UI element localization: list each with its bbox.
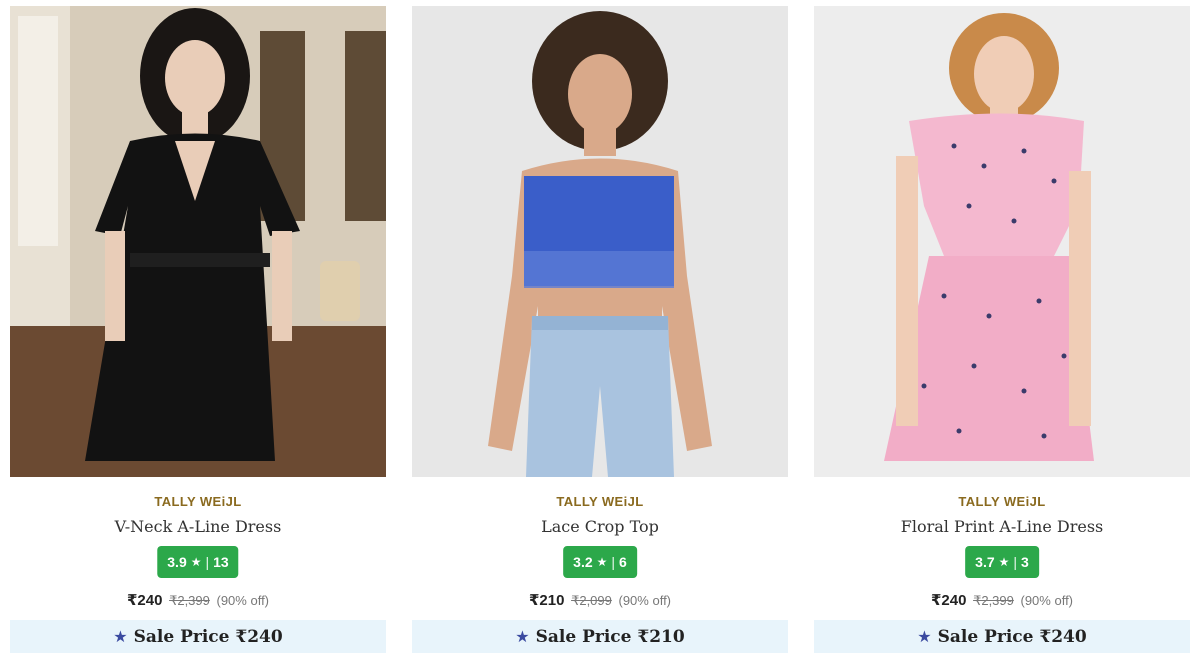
price-line: ₹240 ₹2,399 (90% off)	[10, 591, 386, 609]
product-card[interactable]: TALLY WEiJL Floral Print A-Line Dress 3.…	[814, 6, 1190, 653]
rating-value: 3.2	[573, 554, 593, 570]
product-title[interactable]: V-Neck A-Line Dress	[10, 517, 386, 536]
product-grid: TALLY WEiJL V-Neck A-Line Dress 3.9 ★ | …	[0, 0, 1200, 657]
product-title[interactable]: Lace Crop Top	[412, 517, 788, 536]
star-icon: ★	[917, 627, 932, 646]
rating-badge[interactable]: 3.9 ★ | 13	[157, 546, 239, 578]
product-card[interactable]: TALLY WEiJL V-Neck A-Line Dress 3.9 ★ | …	[10, 6, 386, 653]
product-photo-icon	[10, 6, 386, 477]
rating-count: 3	[1021, 554, 1029, 570]
rating-separator: |	[205, 554, 210, 570]
rating-count: 6	[619, 554, 627, 570]
rating-badge[interactable]: 3.2 ★ | 6	[563, 546, 637, 578]
sale-price-banner: ★ Sale Price ₹240	[814, 620, 1190, 653]
sale-price-banner: ★ Sale Price ₹240	[10, 620, 386, 653]
product-image[interactable]	[814, 6, 1190, 477]
discount-percent: (90% off)	[1020, 593, 1074, 608]
star-icon: ★	[998, 555, 1010, 569]
sale-price-label: Sale Price ₹210	[535, 626, 685, 647]
rating-badge[interactable]: 3.7 ★ | 3	[965, 546, 1039, 578]
star-icon: ★	[515, 627, 530, 646]
price-line: ₹240 ₹2,399 (90% off)	[814, 591, 1190, 609]
star-icon: ★	[190, 555, 202, 569]
product-title[interactable]: Floral Print A-Line Dress	[814, 517, 1190, 536]
star-icon: ★	[596, 555, 608, 569]
product-photo-icon	[814, 6, 1190, 477]
selling-price: ₹210	[528, 592, 565, 609]
sale-price-banner: ★ Sale Price ₹210	[412, 620, 788, 653]
original-price: ₹2,399	[169, 593, 210, 608]
product-card[interactable]: TALLY WEiJL Lace Crop Top 3.2 ★ | 6 ₹210…	[412, 6, 788, 653]
sale-price-label: Sale Price ₹240	[937, 626, 1087, 647]
rating-separator: |	[611, 554, 616, 570]
rating-count: 13	[213, 554, 229, 570]
brand-name: TALLY WEiJL	[154, 494, 242, 509]
price-line: ₹210 ₹2,099 (90% off)	[412, 591, 788, 609]
product-image[interactable]	[412, 6, 788, 477]
original-price: ₹2,399	[973, 593, 1014, 608]
discount-percent: (90% off)	[618, 593, 672, 608]
rating-value: 3.9	[167, 554, 187, 570]
original-price: ₹2,099	[571, 593, 612, 608]
rating-value: 3.7	[975, 554, 995, 570]
sale-price-label: Sale Price ₹240	[133, 626, 283, 647]
selling-price: ₹240	[930, 592, 967, 609]
brand-name: TALLY WEiJL	[556, 494, 644, 509]
star-icon: ★	[113, 627, 128, 646]
product-image[interactable]	[10, 6, 386, 477]
brand-name: TALLY WEiJL	[958, 494, 1046, 509]
selling-price: ₹240	[126, 592, 163, 609]
product-photo-icon	[412, 6, 788, 477]
discount-percent: (90% off)	[216, 593, 270, 608]
rating-separator: |	[1013, 554, 1018, 570]
